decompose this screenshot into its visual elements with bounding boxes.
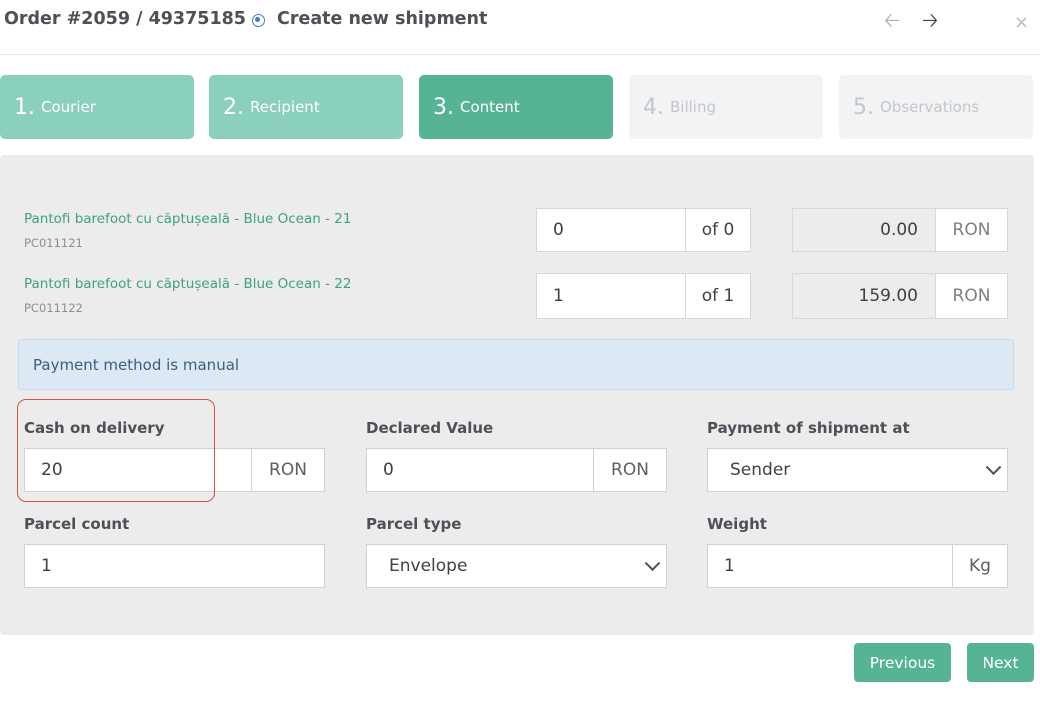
close-icon[interactable]: × (1014, 12, 1029, 34)
declared-value-input[interactable]: 0 (366, 448, 594, 492)
payment-at-label: Payment of shipment at (707, 419, 910, 437)
parcel-count-input[interactable]: 1 (24, 544, 325, 588)
step-courier[interactable]: 1. Courier (0, 75, 194, 139)
arrow-left-icon[interactable]: 🡠 (884, 9, 900, 31)
cod-currency-addon: RON (252, 448, 325, 492)
quantity-input[interactable]: 0 (536, 208, 686, 252)
step-billing: 4. Billing (629, 75, 823, 139)
step-number: 1. (14, 94, 35, 120)
modal-title: Order #2059 / 49375185 Create new shipme… (4, 9, 487, 29)
currency-label: RON (936, 208, 1008, 252)
target-icon[interactable] (251, 13, 265, 27)
parcel-type-value: Envelope (389, 556, 468, 576)
quantity-input[interactable]: 1 (536, 273, 686, 319)
declared-currency-addon: RON (594, 448, 667, 492)
weight-label: Weight (707, 515, 767, 533)
step-number: 3. (433, 94, 454, 120)
parcel-type-select[interactable]: Envelope (366, 544, 667, 588)
declared-value-label: Declared Value (366, 419, 494, 437)
product-link[interactable]: Pantofi barefoot cu căptușeală - Blue Oc… (24, 276, 351, 292)
next-button[interactable]: Next (967, 643, 1034, 682)
parcel-type-label: Parcel type (366, 515, 462, 533)
payment-at-value: Sender (730, 460, 791, 480)
weight-input[interactable]: 1 (707, 544, 953, 588)
currency-label: RON (936, 273, 1008, 319)
payment-info-alert: Payment method is manual (18, 339, 1014, 390)
step-number: 4. (643, 94, 664, 120)
weight-unit-addon: Kg (953, 544, 1008, 588)
cod-label: Cash on delivery (24, 419, 165, 437)
previous-button[interactable]: Previous (854, 643, 951, 682)
cod-input[interactable]: 20 (24, 448, 252, 492)
step-label: Recipient (250, 98, 320, 116)
step-label: Billing (670, 98, 716, 116)
price-field: 0.00 (792, 208, 936, 252)
step-label: Observations (880, 98, 980, 116)
product-sku: PC011122 (24, 301, 83, 315)
product-link[interactable]: Pantofi barefoot cu căptușeală - Blue Oc… (24, 211, 351, 227)
chevron-down-icon (985, 459, 1002, 476)
quantity-max-label: of 0 (686, 208, 751, 252)
step-label: Courier (41, 98, 96, 116)
step-observations: 5. Observations (839, 75, 1033, 139)
step-number: 2. (223, 94, 244, 120)
step-number: 5. (853, 94, 874, 120)
modal-subtitle: Create new shipment (276, 9, 488, 29)
step-label: Content (460, 98, 520, 116)
order-label: Order #2059 / 49375185 (4, 9, 246, 29)
product-sku: PC011121 (24, 236, 83, 250)
modal-header: Order #2059 / 49375185 Create new shipme… (0, 0, 1040, 55)
step-content[interactable]: 3. Content (419, 75, 613, 139)
parcel-count-label: Parcel count (24, 515, 130, 533)
chevron-down-icon (644, 555, 661, 572)
arrow-right-icon[interactable]: 🡢 (922, 9, 938, 31)
quantity-max-label: of 1 (686, 273, 751, 319)
price-field: 159.00 (792, 273, 936, 319)
step-recipient[interactable]: 2. Recipient (209, 75, 403, 139)
payment-at-select[interactable]: Sender (707, 448, 1008, 492)
